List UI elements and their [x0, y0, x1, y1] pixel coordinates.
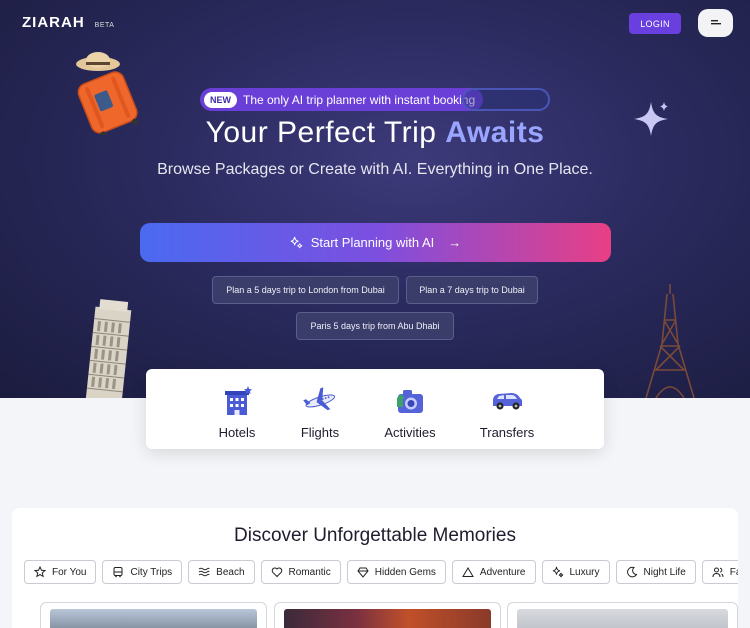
logo-text: ZIARAH	[22, 14, 85, 31]
eiffel-tower-illustration	[645, 284, 695, 398]
filter-label: Adventure	[479, 566, 526, 578]
category-hotels[interactable]: Hotels	[217, 385, 257, 440]
hotel-icon	[225, 386, 252, 415]
filter-night-life[interactable]: Night Life	[615, 560, 696, 584]
category-label: Transfers	[479, 425, 535, 440]
memory-card[interactable]	[40, 602, 267, 628]
category-transfers[interactable]: Transfers	[478, 385, 536, 440]
memory-card[interactable]	[507, 602, 738, 628]
hero-title-main: Your Perfect Trip	[205, 116, 437, 149]
suggestion-chip[interactable]: Plan a 5 days trip to London from Dubai	[212, 276, 399, 304]
filter-label: Beach	[216, 566, 245, 578]
filter-romantic[interactable]: Romantic	[260, 560, 341, 584]
filter-luxury[interactable]: Luxury	[541, 560, 610, 584]
hero-title: Your Perfect Trip Awaits	[0, 116, 750, 150]
filter-hidden-gems[interactable]: Hidden Gems	[346, 560, 446, 584]
filter-family[interactable]: Family	[701, 560, 738, 584]
category-label: Flights	[300, 425, 340, 440]
category-card: Hotels Flights Activities Transfers	[146, 369, 604, 449]
memories-section: Discover Unforgettable Memories For You …	[12, 508, 738, 628]
category-flights[interactable]: Flights	[298, 385, 342, 440]
start-planning-label: Start Planning with AI	[310, 235, 435, 250]
new-badge: NEW	[204, 91, 237, 108]
gem-icon	[357, 567, 369, 578]
users-icon	[712, 567, 724, 578]
announcement-pill[interactable]: NEW The only AI trip planner with instan…	[200, 88, 484, 111]
arrow-right-icon: →	[448, 235, 462, 250]
filter-chips: For You City Trips Beach Romantic Hidden…	[24, 560, 738, 584]
menu-button[interactable]	[698, 9, 733, 37]
filter-label: Night Life	[643, 566, 686, 578]
memories-title: Discover Unforgettable Memories	[234, 525, 516, 546]
filter-label: Family	[729, 566, 738, 578]
filter-for-you[interactable]: For You	[24, 560, 97, 584]
filter-label: Luxury	[569, 566, 600, 578]
category-label: Hotels	[218, 425, 256, 440]
memory-card[interactable]	[274, 602, 501, 628]
suggestion-chip[interactable]: Plan a 7 days trip to Dubai	[406, 276, 538, 304]
leaning-tower-illustration	[85, 299, 132, 398]
sparkles-icon	[290, 236, 302, 249]
hero-section: ZIARAH BETA LOGIN NEW The only AI trip p	[0, 0, 750, 398]
logo[interactable]: ZIARAH BETA	[22, 14, 114, 31]
hero-subtitle: Browse Packages or Create with AI. Every…	[157, 161, 593, 178]
sparkles-icon	[552, 566, 563, 578]
mountain-icon	[462, 567, 474, 577]
announcement-text: The only AI trip planner with instant bo…	[243, 92, 476, 107]
menu-icon	[710, 20, 721, 25]
car-icon	[493, 393, 522, 410]
filter-label: For You	[52, 566, 87, 578]
login-button[interactable]: LOGIN	[629, 13, 681, 34]
filter-label: Hidden Gems	[374, 566, 436, 578]
memory-card-image	[50, 609, 257, 628]
filter-adventure[interactable]: Adventure	[451, 560, 536, 584]
filter-city-trips[interactable]: City Trips	[102, 560, 183, 584]
filter-beach[interactable]: Beach	[188, 560, 255, 584]
category-label: Activities	[384, 425, 436, 440]
waves-icon	[198, 567, 210, 577]
star-icon	[34, 566, 46, 578]
filter-label: Romantic	[288, 566, 331, 578]
start-planning-button[interactable]: Start Planning with AI →	[140, 223, 611, 262]
secondary-pill[interactable]	[462, 88, 550, 111]
category-activities[interactable]: Activities	[382, 385, 438, 440]
airplane-icon	[303, 387, 336, 411]
suggestion-chip[interactable]: Paris 5 days trip from Abu Dhabi	[296, 312, 454, 340]
bus-icon	[113, 567, 123, 578]
moon-icon	[626, 566, 637, 578]
memory-card-image	[284, 609, 491, 628]
hero-title-accent: Awaits	[445, 116, 545, 149]
filter-label: City Trips	[130, 566, 173, 578]
camera-icon	[397, 390, 423, 413]
beta-label: BETA	[94, 22, 115, 29]
heart-icon	[271, 567, 282, 578]
memory-card-image	[517, 609, 728, 628]
